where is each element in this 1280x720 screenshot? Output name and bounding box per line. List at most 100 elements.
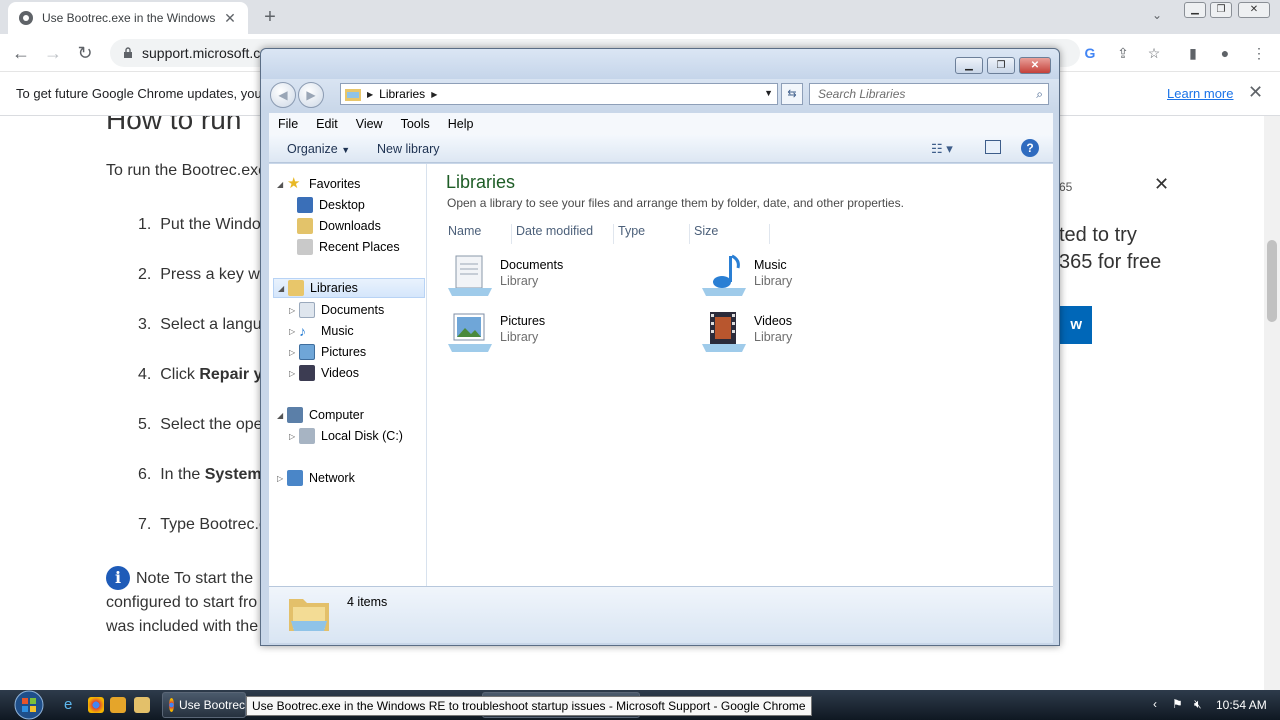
back-arrow-icon[interactable]: ← xyxy=(10,42,32,64)
navigation-pane: ◢ ★ Favorites Desktop Downloads Recent Pla… xyxy=(269,164,427,586)
chrome-menu-icon[interactable]: ⋮ xyxy=(1250,44,1268,62)
minimize-window-button[interactable]: ▁ xyxy=(1184,2,1206,18)
forward-arrow-icon[interactable]: → xyxy=(42,42,64,64)
nav-label: Favorites xyxy=(309,177,361,191)
menu-tools[interactable]: Tools xyxy=(392,117,439,131)
nav-label: Local Disk (C:) xyxy=(321,429,403,443)
explorer-address-bar[interactable]: ▶ Libraries ▶ ▼ xyxy=(340,83,778,105)
expanded-arrow-icon[interactable]: ◢ xyxy=(277,411,287,420)
search-icon[interactable]: ⌕ xyxy=(1036,84,1043,104)
explorer-restore-button[interactable]: ❐ xyxy=(987,57,1015,74)
breadcrumb-libraries[interactable]: Libraries xyxy=(379,87,425,101)
item-type: Library xyxy=(754,274,793,288)
tab-search-chevron-icon[interactable]: ⌄ xyxy=(1152,8,1162,22)
explorer-forward-icon[interactable]: ▶ xyxy=(298,82,324,108)
scrollbar-thumb[interactable] xyxy=(1267,240,1277,322)
explorer-back-icon[interactable]: ◀ xyxy=(270,82,296,108)
explorer-window: ▁ ❐ ✕ ◀ ▶ ▶ Libraries ▶ ▼ ⇆ Search Libra… xyxy=(260,48,1060,646)
side-panel-icon[interactable]: ▮ xyxy=(1184,44,1202,62)
internet-explorer-icon[interactable]: e xyxy=(64,697,80,713)
breadcrumb-arrow-icon[interactable]: ▶ xyxy=(367,90,373,99)
step-text: Click xyxy=(160,366,200,383)
start-orb-icon[interactable] xyxy=(8,690,50,720)
action-center-icon[interactable]: ⚑ xyxy=(1172,697,1183,711)
media-player-icon[interactable] xyxy=(110,697,126,713)
close-window-button[interactable]: ✕ xyxy=(1238,2,1270,18)
collapsed-arrow-icon[interactable]: ▷ xyxy=(277,474,287,483)
new-library-button[interactable]: New library xyxy=(377,142,440,156)
nav-music[interactable]: ▷ ♪ Music xyxy=(289,321,354,341)
collapsed-arrow-icon[interactable]: ▷ xyxy=(289,348,299,357)
library-item-documents[interactable]: Documents Library xyxy=(446,252,646,302)
new-tab-button[interactable]: + xyxy=(258,6,282,30)
expanded-arrow-icon[interactable]: ◢ xyxy=(278,284,288,293)
menu-file[interactable]: File xyxy=(269,117,307,131)
nav-videos[interactable]: ▷ Videos xyxy=(289,363,359,383)
nav-favorites[interactable]: ◢ ★ Favorites xyxy=(277,174,360,194)
change-view-icon[interactable]: ☷ ▾ xyxy=(931,141,953,157)
collapsed-arrow-icon[interactable]: ▷ xyxy=(289,369,299,378)
nav-libraries[interactable]: ◢ Libraries xyxy=(273,278,425,298)
column-size[interactable]: Size xyxy=(692,224,770,244)
library-item-pictures[interactable]: Pictures Library xyxy=(446,308,646,358)
menu-edit[interactable]: Edit xyxy=(307,117,347,131)
library-item-videos[interactable]: Videos Library xyxy=(700,308,900,358)
library-item-music[interactable]: Music Library xyxy=(700,252,900,302)
browser-tab[interactable]: Use Bootrec.exe in the Windows ✕ xyxy=(8,2,248,34)
nav-downloads[interactable]: Downloads xyxy=(287,216,381,236)
intro-text: To run the Bootrec.exe xyxy=(106,162,267,179)
column-name[interactable]: Name xyxy=(446,224,512,244)
reload-icon[interactable]: ↻ xyxy=(74,42,96,64)
column-date-modified[interactable]: Date modified xyxy=(514,224,614,244)
profile-avatar-icon[interactable]: ● xyxy=(1216,44,1234,62)
nav-pictures[interactable]: ▷ Pictures xyxy=(289,342,366,362)
collapsed-arrow-icon[interactable]: ▷ xyxy=(289,327,299,336)
chrome-quicklaunch-icon[interactable] xyxy=(88,697,104,713)
share-icon[interactable]: ⇪ xyxy=(1114,44,1132,62)
bookmark-star-icon[interactable]: ☆ xyxy=(1145,44,1163,62)
search-libraries-input[interactable]: Search Libraries ⌕ xyxy=(809,83,1049,105)
taskbar-clock[interactable]: 10:54 AM xyxy=(1216,698,1267,712)
preview-pane-icon[interactable] xyxy=(985,140,1001,154)
star-icon: ★ xyxy=(287,175,301,192)
step-bold-text: Repair y xyxy=(199,366,263,383)
nav-recent-places[interactable]: Recent Places xyxy=(287,237,400,257)
nav-desktop[interactable]: Desktop xyxy=(287,195,365,215)
nav-network[interactable]: ▷ Network xyxy=(277,468,355,488)
help-icon[interactable]: ? xyxy=(1021,139,1039,157)
promo-small-text: 65 xyxy=(1059,180,1073,194)
step-text: In the xyxy=(160,466,205,483)
taskbar-chrome-task[interactable]: Use Bootrec xyxy=(162,692,246,718)
nav-computer[interactable]: ◢ Computer xyxy=(277,405,364,425)
tab-close-icon[interactable]: ✕ xyxy=(222,10,238,27)
collapsed-arrow-icon[interactable]: ▷ xyxy=(289,432,299,441)
promo-close-icon[interactable]: ✕ xyxy=(1154,174,1169,195)
tray-expand-icon[interactable]: ‹ xyxy=(1153,697,1157,711)
tab-title: Use Bootrec.exe in the Windows xyxy=(42,11,216,25)
address-dropdown-icon[interactable]: ▼ xyxy=(764,88,773,98)
nav-label: Network xyxy=(309,471,355,485)
breadcrumb-arrow-icon[interactable]: ▶ xyxy=(431,90,437,99)
refresh-icon[interactable]: ⇆ xyxy=(781,83,803,105)
column-type[interactable]: Type xyxy=(616,224,690,244)
expanded-arrow-icon[interactable]: ◢ xyxy=(277,180,287,189)
explorer-minimize-button[interactable]: ▁ xyxy=(955,57,983,74)
page-scrollbar[interactable] xyxy=(1264,116,1280,690)
nav-documents[interactable]: ▷ Documents xyxy=(289,300,384,320)
item-name: Music xyxy=(754,258,787,272)
learn-more-link[interactable]: Learn more xyxy=(1167,86,1233,101)
menu-view[interactable]: View xyxy=(347,117,392,131)
step-text: Type Bootrec.e xyxy=(160,516,268,533)
explorer-quicklaunch-icon[interactable] xyxy=(134,697,150,713)
google-translate-icon[interactable]: G xyxy=(1081,44,1099,62)
nav-local-disk[interactable]: ▷ Local Disk (C:) xyxy=(289,426,403,446)
explorer-close-button[interactable]: ✕ xyxy=(1019,57,1051,74)
menu-help[interactable]: Help xyxy=(439,117,483,131)
restore-window-button[interactable]: ❐ xyxy=(1210,2,1232,18)
infobar-close-icon[interactable]: ✕ xyxy=(1248,82,1263,103)
explorer-titlebar[interactable]: ▁ ❐ ✕ xyxy=(261,49,1059,79)
videos-icon xyxy=(299,365,315,381)
organize-button[interactable]: Organize ▼ xyxy=(287,142,350,156)
volume-muted-icon[interactable]: 🔇︎ xyxy=(1194,697,1202,712)
collapsed-arrow-icon[interactable]: ▷ xyxy=(289,306,299,315)
